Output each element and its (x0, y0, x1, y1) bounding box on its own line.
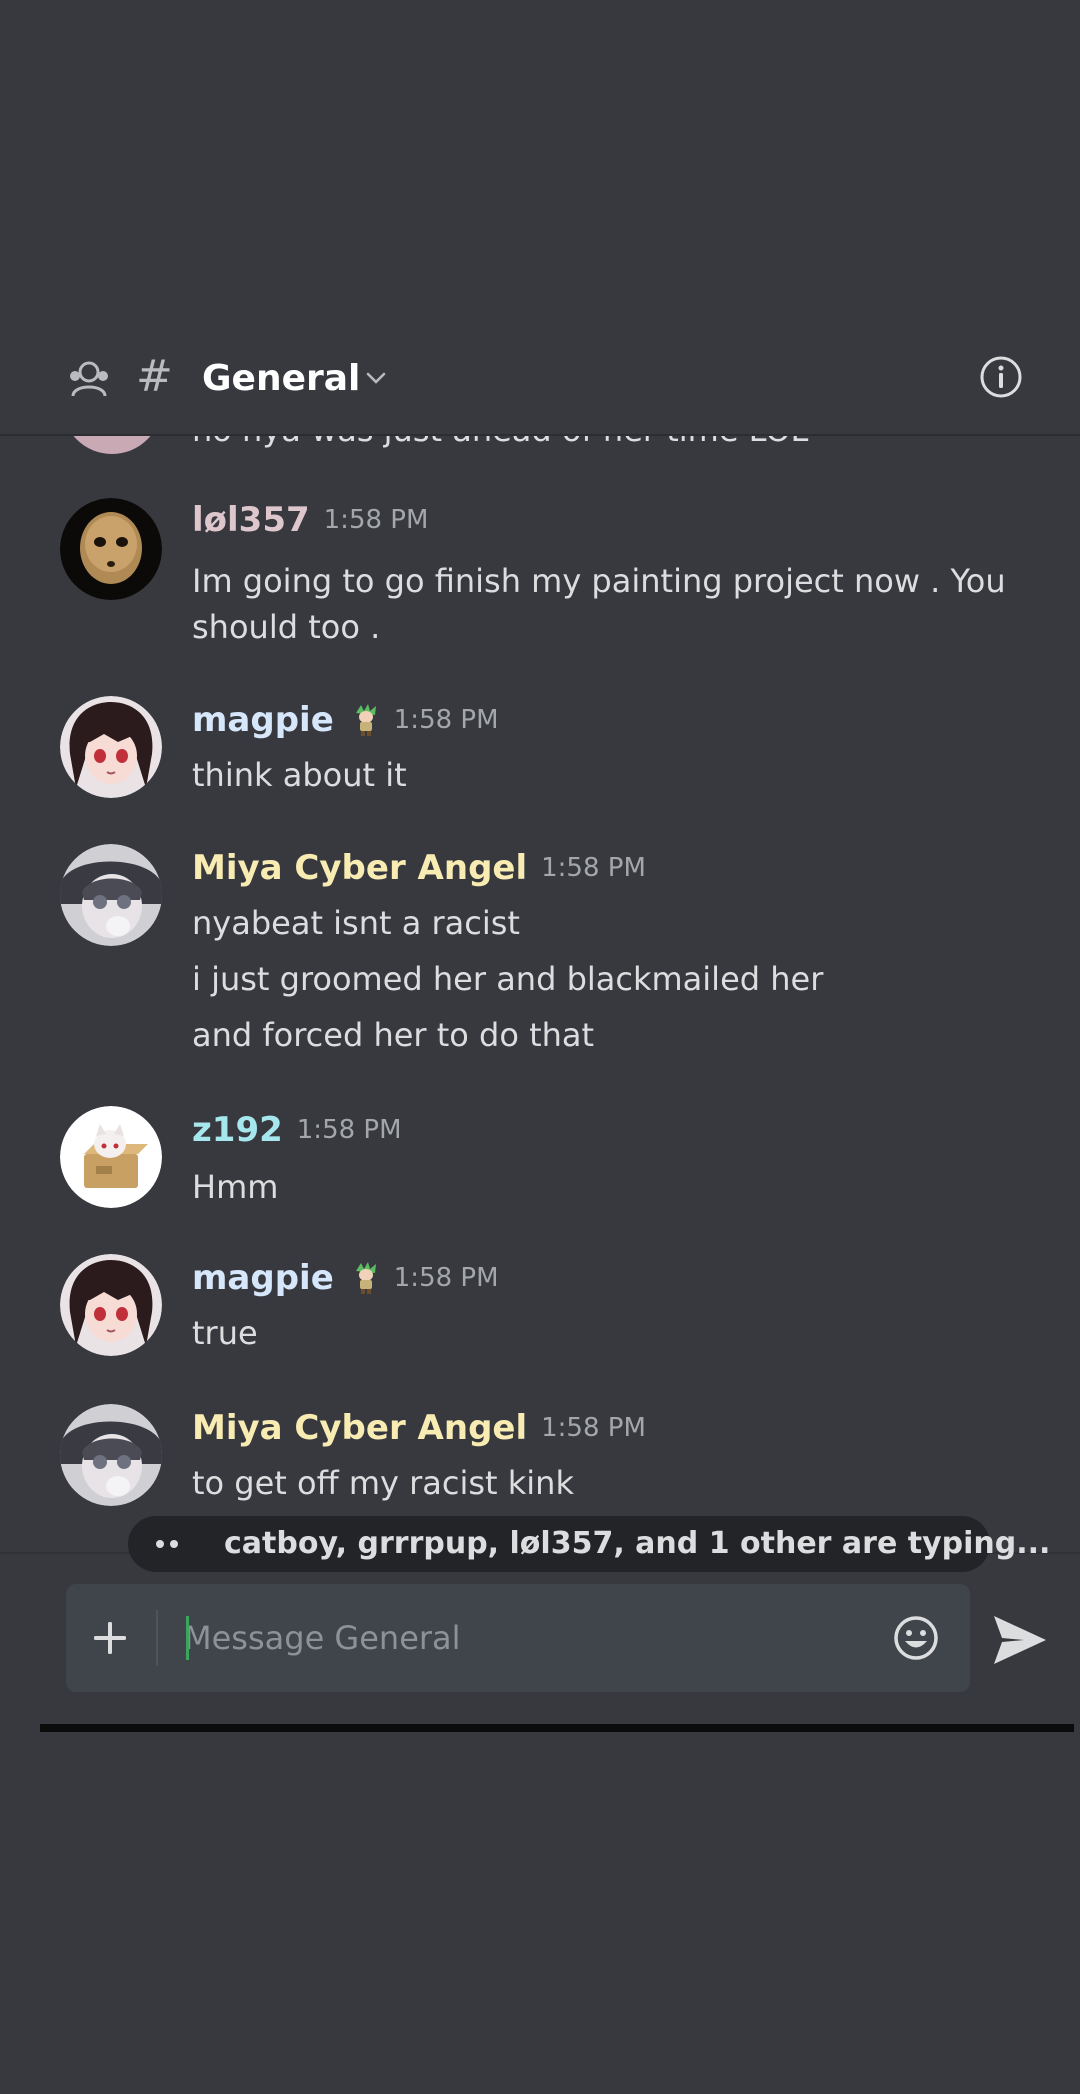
info-icon[interactable] (978, 354, 1024, 400)
hash-icon: # (136, 351, 173, 402)
emoji-icon[interactable] (892, 1614, 940, 1662)
timestamp: 1:58 PM (541, 853, 646, 883)
clipped-message: no nya was just ahead of her time LOL (0, 436, 1080, 456)
send-icon[interactable] (990, 1612, 1050, 1668)
message-item: Miya Cyber Angel 1:58 PM to get off my ra… (0, 1404, 1080, 1514)
message-header: magpie 1:58 PM (192, 1254, 499, 1302)
avatar[interactable] (60, 1106, 162, 1208)
username[interactable]: z192 (192, 1110, 283, 1150)
channel-title[interactable]: General (202, 354, 360, 404)
message-text: Im going to go finish my painting projec… (192, 562, 1006, 600)
typing-dots-icon (156, 1540, 178, 1548)
timestamp: 1:58 PM (296, 1115, 402, 1145)
message-text: to get off my racist kink (192, 1464, 574, 1502)
timestamp: 1:58 PM (323, 505, 429, 535)
timestamp: 1:58 PM (393, 705, 499, 735)
avatar[interactable] (60, 1254, 162, 1356)
username[interactable]: løl357 (192, 500, 310, 540)
message-text: i just groomed her and blackmailed her (192, 960, 824, 998)
avatar[interactable] (60, 1404, 162, 1506)
username[interactable]: magpie (192, 1258, 334, 1298)
message-text: nyabeat isnt a racist (192, 904, 520, 942)
message-item: magpie 1:58 PM think about it (0, 696, 1080, 806)
message-item: magpie 1:58 PM true (0, 1254, 1080, 1364)
channel-header: # General (0, 326, 1080, 434)
typing-text: catboy, grrrpup, løl357, and 1 other are… (224, 1526, 1051, 1561)
message-item: Miya Cyber Angel 1:58 PM nyabeat isnt a r… (0, 844, 1080, 1064)
username[interactable]: Miya Cyber Angel (192, 848, 527, 888)
message-header: magpie 1:58 PM (192, 696, 499, 744)
message-composer (66, 1584, 970, 1692)
message-header: z192 1:58 PM (192, 1106, 402, 1154)
timestamp: 1:58 PM (541, 1413, 646, 1443)
message-text: Hmm (192, 1168, 279, 1206)
message-header: Miya Cyber Angel 1:58 PM (192, 844, 646, 892)
message-text: true (192, 1314, 258, 1352)
avatar[interactable] (60, 844, 162, 946)
message-text: think about it (192, 756, 407, 794)
character-badge-icon (355, 704, 376, 736)
message-item: z192 1:58 PM Hmm (0, 1106, 1080, 1216)
typing-indicator: catboy, grrrpup, løl357, and 1 other are… (128, 1516, 1050, 1572)
composer-separator (156, 1610, 158, 1666)
character-badge-icon (355, 1262, 376, 1294)
message-header: Miya Cyber Angel 1:58 PM (192, 1404, 646, 1452)
message-input[interactable] (184, 1608, 824, 1668)
chevron-down-icon[interactable] (362, 364, 390, 392)
text-caret (186, 1616, 189, 1660)
plus-icon[interactable] (86, 1614, 134, 1662)
message-text: no nya was just ahead of her time LOL (192, 436, 808, 450)
message-text: and forced her to do that (192, 1016, 595, 1054)
members-icon[interactable] (66, 356, 112, 402)
message-item: løl357 1:58 PM Im going to go finish my p… (0, 496, 1080, 676)
avatar[interactable] (60, 498, 162, 600)
timestamp: 1:58 PM (393, 1263, 499, 1293)
bottom-divider-bar (40, 1724, 1074, 1732)
username[interactable]: magpie (192, 700, 334, 740)
chat-screen: # General no nya was just ahead of her t… (0, 0, 1080, 2094)
message-text: should too . (192, 608, 381, 646)
message-header: løl357 1:58 PM (192, 496, 428, 544)
avatar[interactable] (62, 436, 162, 454)
username[interactable]: Miya Cyber Angel (192, 1408, 527, 1448)
avatar[interactable] (60, 696, 162, 798)
